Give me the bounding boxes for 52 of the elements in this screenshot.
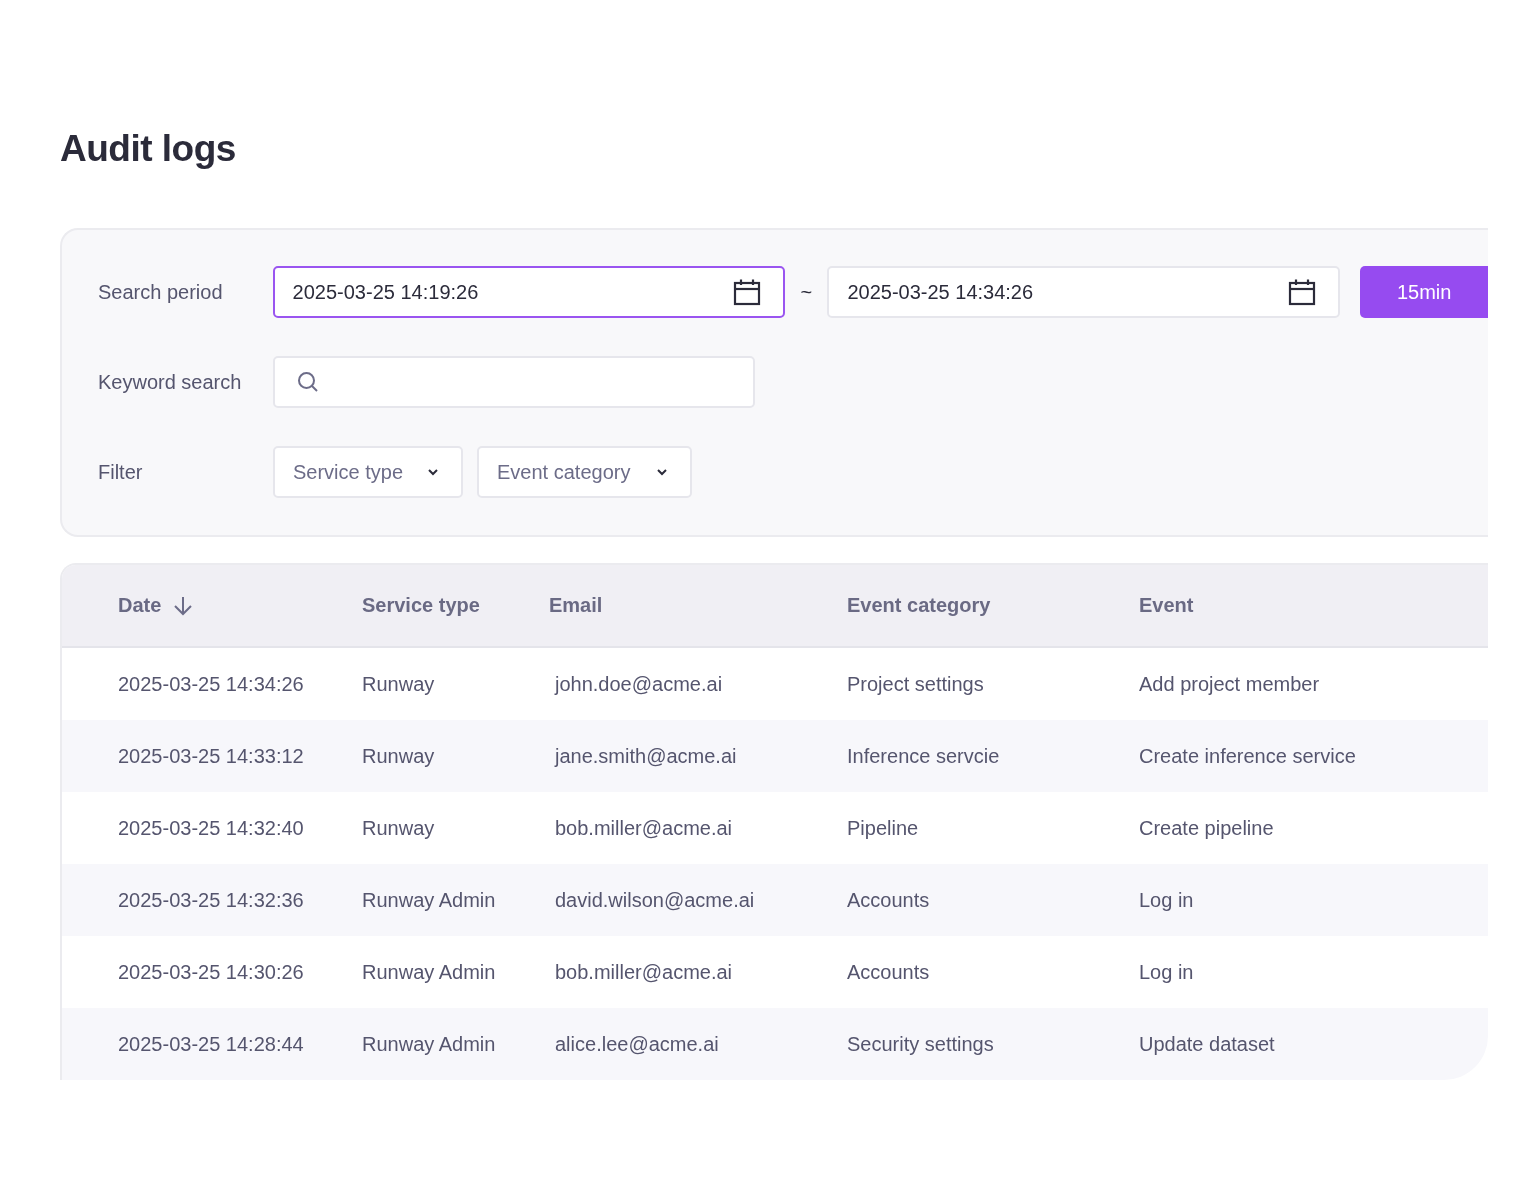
table-cell: 2025-03-25 14:33:12 [118,744,304,767]
column-header[interactable]: Service type [362,594,480,617]
search-icon [297,371,319,393]
table-cell: Log in [1139,888,1194,911]
column-header[interactable]: Event category [847,594,991,617]
table-cell: Inference servcie [847,744,1000,767]
table-cell: Accounts [847,888,930,911]
date-field[interactable]: 2025-03-25 14:34:26 [827,266,1341,318]
field-label: Filter [98,460,144,484]
table-cell: Runway Admin [362,888,496,911]
range-separator: ~ [799,280,814,304]
table-cell: Add project member [1139,672,1320,695]
table-cell: Security settings [847,1032,994,1055]
search-field[interactable] [273,356,755,408]
table-cell: john.doe@acme.ai [555,672,723,695]
table-cell: 2025-03-25 14:30:26 [118,960,304,983]
table-cell: 2025-03-25 14:28:44 [118,1032,304,1055]
column-header[interactable]: Email [549,594,603,617]
table-cell: jane.smith@acme.ai [555,744,737,767]
table-cell: Create pipeline [1139,816,1274,839]
calendar-icon[interactable] [1288,278,1317,306]
table-cell: Runway [362,816,435,839]
table-cell: Runway Admin [362,1032,496,1055]
table-cell: 2025-03-25 14:34:26 [118,672,304,695]
column-header[interactable]: Event [1139,594,1194,617]
table-cell: Log in [1139,960,1194,983]
table-cell: Project settings [847,672,984,695]
table-cell: Runway [362,672,435,695]
chevron-down-icon [656,468,668,476]
field-label: Search period [98,280,224,304]
calendar-icon[interactable] [733,278,762,306]
table-cell: 2025-03-25 14:32:40 [118,816,304,839]
table-cell: david.wilson@acme.ai [555,888,755,911]
page-title: Audit logs [60,128,237,170]
table-cell: bob.miller@acme.ai [555,960,733,983]
table-cell: Create inference service [1139,744,1356,767]
filter-dropdown[interactable]: Event category [477,446,692,498]
column-header[interactable]: Date [118,594,162,617]
table-cell: Runway Admin [362,960,496,983]
table-cell: Update dataset [1139,1032,1275,1055]
table-cell: Accounts [847,960,930,983]
table-cell: Runway [362,744,435,767]
chevron-down-icon [427,468,439,476]
table-cell: 2025-03-25 14:32:36 [118,888,304,911]
table-cell: Pipeline [847,816,919,839]
filter-dropdown[interactable]: Service type [273,446,463,498]
table-cell: alice.lee@acme.ai [555,1032,719,1055]
preset-button[interactable]: 15min [1360,266,1488,318]
down-arrow-icon[interactable] [173,595,194,616]
table-cell: bob.miller@acme.ai [555,816,733,839]
date-field[interactable]: 2025-03-25 14:19:26 [272,266,786,318]
field-label: Keyword search [98,370,243,394]
